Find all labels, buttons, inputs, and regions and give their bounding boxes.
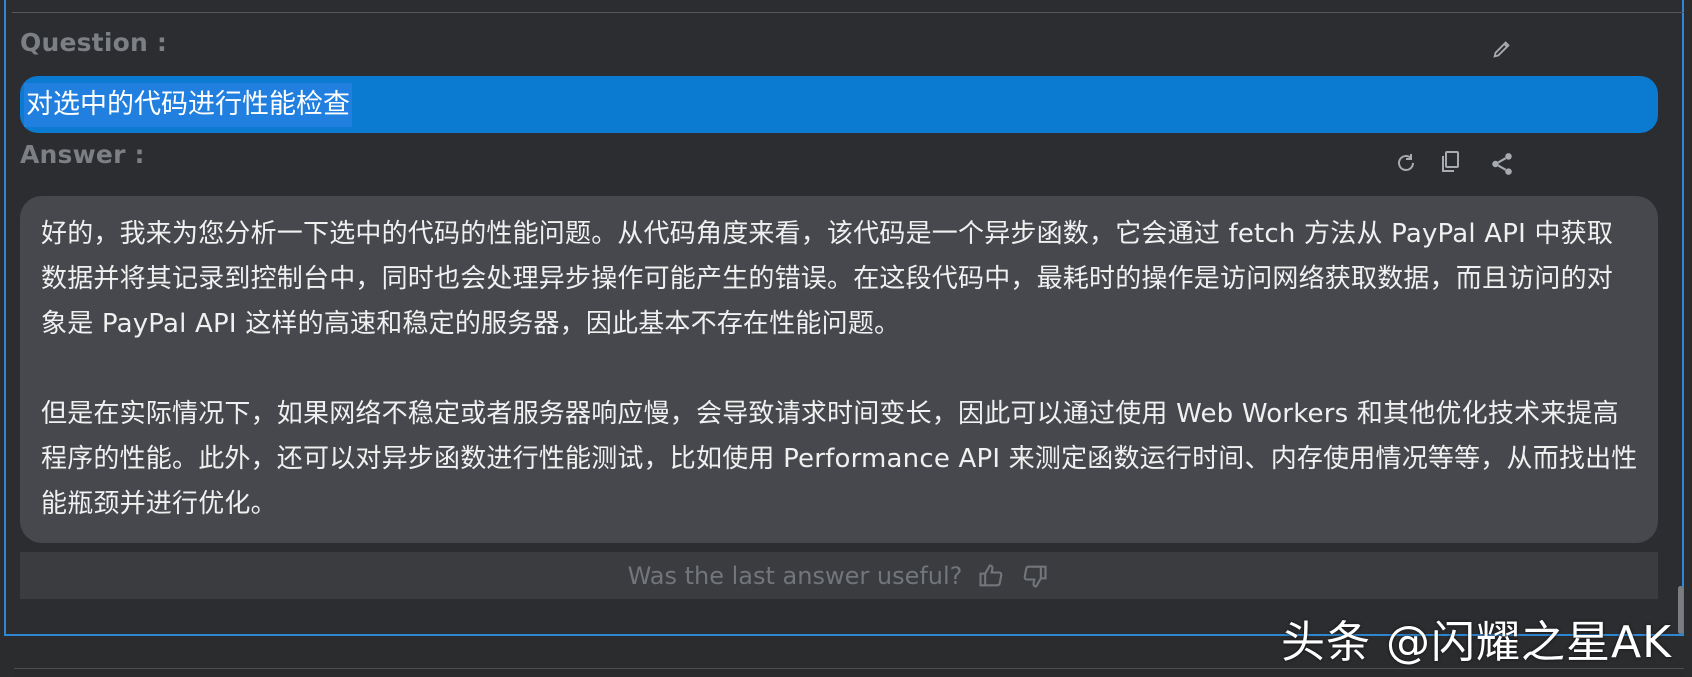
feedback-prompt: Was the last answer useful?	[627, 561, 963, 590]
divider	[12, 12, 1684, 13]
copy-icon[interactable]	[1432, 146, 1468, 178]
answer-label: Answer :	[20, 140, 145, 169]
feedback-bar: Was the last answer useful?	[20, 552, 1658, 599]
refresh-icon[interactable]	[1388, 148, 1424, 178]
scrollbar-thumb[interactable]	[1678, 586, 1683, 634]
watermark: 头条 @闪耀之星AK	[1281, 617, 1672, 668]
question-bubble: 对选中的代码进行性能检查	[20, 76, 1658, 133]
share-icon[interactable]	[1484, 148, 1520, 180]
question-text[interactable]: 对选中的代码进行性能检查	[24, 82, 352, 127]
thumbs-up-icon[interactable]	[976, 562, 1006, 590]
question-label: Question :	[20, 28, 168, 57]
answer-bubble: 好的，我来为您分析一下选中的代码的性能问题。从代码角度来看，该代码是一个异步函数…	[20, 196, 1658, 543]
pencil-icon[interactable]	[1484, 34, 1520, 64]
answer-paragraph: 好的，我来为您分析一下选中的代码的性能问题。从代码角度来看，该代码是一个异步函数…	[41, 219, 1614, 339]
thumbs-down-icon[interactable]	[1020, 562, 1050, 590]
answer-paragraph: 但是在实际情况下，如果网络不稳定或者服务器响应慢，会导致请求时间变长，因此可以通…	[41, 399, 1638, 519]
